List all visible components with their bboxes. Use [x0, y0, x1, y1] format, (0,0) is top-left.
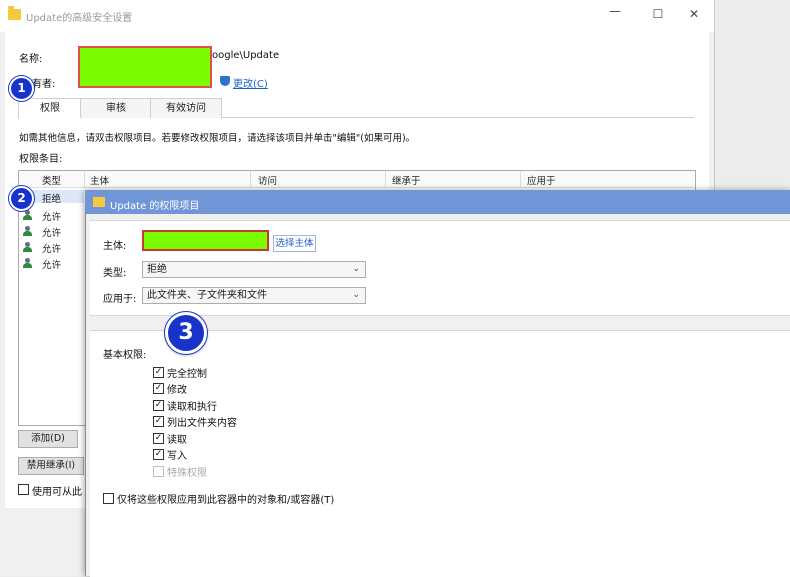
- special-permissions-label: 特殊权限: [167, 468, 207, 479]
- disable-inheritance-button[interactable]: 禁用继承(I): [18, 457, 84, 475]
- tab-auditing[interactable]: 审核: [80, 98, 152, 118]
- shield-icon: [220, 76, 230, 86]
- special-permissions-checkbox: [153, 466, 164, 477]
- add-button[interactable]: 添加(D): [18, 430, 78, 448]
- write-checkbox[interactable]: ✓: [153, 449, 164, 460]
- table-header: [19, 171, 694, 188]
- column-separator: [520, 171, 521, 187]
- column-header-inherited-from[interactable]: 继承于: [392, 173, 421, 187]
- table-row-type[interactable]: 允许: [42, 257, 61, 271]
- read-execute-label: 读取和执行: [167, 402, 217, 413]
- replace-child-permissions-label: 使用可从此: [32, 487, 82, 498]
- applies-to-dropdown-value: 此文件夹、子文件夹和文件: [147, 290, 267, 301]
- user-icon: [23, 210, 32, 220]
- maximize-button[interactable]: ☐: [643, 7, 673, 21]
- list-folder-contents-label: 列出文件夹内容: [167, 418, 237, 429]
- basic-permissions-label: 基本权限:: [103, 350, 147, 361]
- full-control-label: 完全控制: [167, 369, 207, 380]
- only-apply-within-container-checkbox[interactable]: [103, 493, 114, 504]
- type-dropdown-value: 拒绝: [147, 264, 167, 275]
- table-row-type[interactable]: 允许: [42, 225, 61, 239]
- applies-to-label: 应用于:: [103, 294, 137, 305]
- owner-label: 有者:: [32, 79, 56, 90]
- step-badge-3: 3: [165, 312, 207, 354]
- user-icon: [23, 258, 32, 268]
- column-header-applies-to[interactable]: 应用于: [527, 173, 556, 187]
- back-window-title: Update的高级安全设置: [26, 13, 133, 24]
- read-checkbox[interactable]: ✓: [153, 433, 164, 444]
- modify-checkbox[interactable]: ✓: [153, 383, 164, 394]
- read-label: 读取: [167, 435, 187, 446]
- name-label: 名称:: [19, 54, 43, 65]
- applies-to-dropdown[interactable]: 此文件夹、子文件夹和文件 ⌄: [142, 287, 366, 304]
- table-row-type[interactable]: 允许: [42, 209, 61, 223]
- tab-effective-access[interactable]: 有效访问: [150, 98, 222, 118]
- principal-label: 主体:: [103, 241, 127, 252]
- tab-permissions[interactable]: 权限: [18, 98, 82, 119]
- type-label: 类型:: [103, 268, 127, 279]
- change-owner-link[interactable]: 更改(C): [233, 75, 268, 90]
- select-principal-link[interactable]: 选择主体: [273, 235, 316, 252]
- name-value: oogle\Update: [212, 50, 280, 61]
- redaction-box: [142, 230, 269, 251]
- table-row-type[interactable]: 允许: [42, 241, 61, 255]
- full-control-checkbox[interactable]: ✓: [153, 367, 164, 378]
- column-header-principal[interactable]: 主体: [90, 173, 109, 187]
- folder-icon: [93, 197, 105, 207]
- write-label: 写入: [167, 451, 187, 462]
- users-icon: [23, 242, 32, 252]
- dialog-title: Update 的权限项目: [110, 201, 200, 212]
- entries-label: 权限条目:: [19, 154, 63, 165]
- replace-child-permissions-checkbox[interactable]: [18, 484, 29, 495]
- redaction-box: [78, 46, 212, 88]
- column-separator: [250, 171, 251, 187]
- minimize-button[interactable]: —: [600, 4, 630, 18]
- list-folder-contents-checkbox[interactable]: ✓: [153, 416, 164, 427]
- users-icon: [23, 226, 32, 236]
- read-execute-checkbox[interactable]: ✓: [153, 400, 164, 411]
- column-separator: [84, 171, 85, 187]
- table-row-type: 拒绝: [42, 194, 62, 205]
- chevron-down-icon: ⌄: [352, 290, 360, 300]
- type-dropdown[interactable]: 拒绝 ⌄: [142, 261, 366, 278]
- folder-icon: [8, 6, 21, 20]
- modify-label: 修改: [167, 385, 187, 396]
- info-text: 如需其他信息，请双击权限项目。若要修改权限项目，请选择该项目并单击"编辑"(如果…: [19, 133, 416, 144]
- step-badge-1: 1: [9, 76, 34, 101]
- chevron-down-icon: ⌄: [352, 264, 360, 274]
- column-separator: [385, 171, 386, 187]
- column-header-type[interactable]: 类型: [42, 173, 61, 187]
- close-button[interactable]: ✕: [679, 7, 709, 21]
- column-header-access[interactable]: 访问: [258, 173, 277, 187]
- only-apply-within-container-label: 仅将这些权限应用到此容器中的对象和/或容器(T): [117, 495, 335, 506]
- step-badge-2: 2: [9, 186, 34, 211]
